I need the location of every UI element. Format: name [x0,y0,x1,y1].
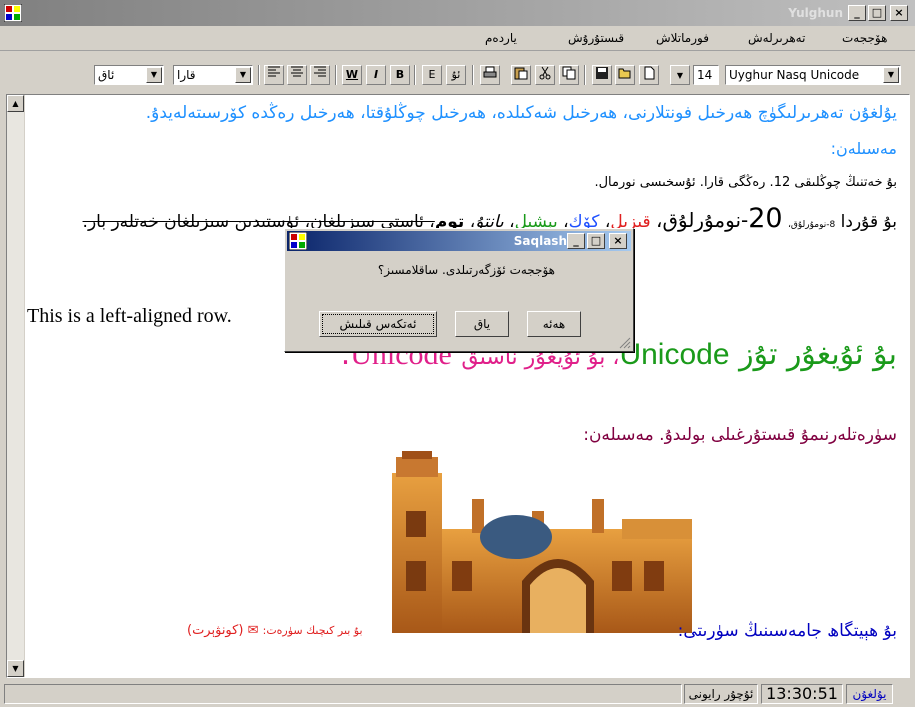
menu-insert[interactable]: قىستۇرۇش [568,31,624,45]
doc-caption-red-group: بۇ بىر كىچىك سۈرەت: ✉ (كونۋېرت) [187,623,363,638]
yes-button[interactable]: ھەئە [527,311,581,337]
scroll-up-arrow[interactable]: ▲ [7,95,24,112]
cancel-button[interactable]: ئەتكەس قىلىش [319,311,437,337]
bold-button[interactable]: B [390,65,410,85]
save-button[interactable] [592,65,612,85]
dialog-message: ھۆججەت ئۆزگەرتىلدى. ساقلامسىز؟ [377,263,555,277]
folder-open-icon [618,68,631,79]
align-right-button[interactable] [310,65,330,85]
doc-line-intro: يۇلغۇن تەھرىرلىگۈچ ھەرخىل فونتلارنى، ھەر… [145,103,897,123]
separator [258,65,260,85]
status-mode: ئۇچۇر رايونى [684,684,758,704]
paste-icon [514,67,528,80]
doc-line-normal: بۇ خەتنىڭ چوڭلىقى 12. رەڭگى قارا. ئۇسخىس… [594,175,897,190]
styles-prefix: بۇ قۇردا [840,212,897,232]
chevron-down-icon[interactable]: ▼ [883,67,899,83]
save-dialog: Saqlash _ □ × ھۆججەت ئۆزگەرتىلدى. ساقلام… [284,228,634,352]
document-editor[interactable]: ▲ ▼ يۇلغۇن تەھرىرلىگۈچ ھەرخىل فونتلارنى،… [6,94,910,678]
cut-button[interactable] [535,65,555,85]
dialog-title: Saqlash [513,234,567,248]
align-right-icon [314,66,326,77]
copy-icon [562,66,576,80]
uyghur-mode-button[interactable]: ئۇ [446,65,466,85]
save-icon [596,67,608,79]
status-main [4,684,682,704]
separator [414,65,416,85]
dialog-minimize-button[interactable]: _ [567,233,585,249]
separator [472,65,474,85]
doc-line-example: مەسىلەن: [830,139,897,158]
app-icon [289,232,307,250]
font-size-down-button[interactable]: ▼ [670,65,690,85]
unicode-green: بۇ ئۇيغۇر تۇز [739,337,897,372]
font-name-value: Uyghur Nasq Unicode [729,68,860,82]
scissors-icon [539,66,551,80]
menu-bar: ھۆججەت تەھرىرلەش فورماتلاش قىستۇرۇش يارد… [0,26,915,51]
print-button[interactable] [480,65,500,85]
align-center-icon [291,66,303,77]
main-window: Yulghun _ □ × ھۆججەت تەھرىرلەش فورماتلاش… [0,0,915,707]
toolbar: ئاق ▼ قارا ▼ W I B E ئۇ ▼ 14 Uyghur Nasq [0,60,915,90]
chevron-down-icon: ▼ [676,71,684,80]
menu-file[interactable]: ھۆججەت [842,31,887,45]
font-size-value: 14 [697,68,713,82]
styles-big: 20 [748,203,783,234]
dialog-close-button[interactable]: × [609,233,627,249]
menu-help[interactable]: ياردەم [485,31,517,45]
dialog-maximize-button[interactable]: □ [587,233,605,249]
new-document-icon [644,66,655,80]
paste-button[interactable] [511,65,531,85]
align-left-button[interactable] [264,65,284,85]
window-title: Yulghun [788,6,843,20]
style-combo[interactable]: ئاق ▼ [94,65,164,85]
scroll-down-arrow[interactable]: ▼ [7,660,24,677]
dialog-title-bar[interactable]: Saqlash _ □ × [287,231,631,251]
doc-line-left-aligned: This is a left-aligned row. [27,305,232,327]
align-center-button[interactable] [287,65,307,85]
color-combo-value: قارا [177,68,196,82]
latin-mode-button[interactable]: E [422,65,442,85]
printer-icon [483,66,497,78]
chevron-down-icon[interactable]: ▼ [146,67,162,83]
new-button[interactable] [639,65,659,85]
menu-format[interactable]: فورماتلاش [656,31,709,45]
styles-small: 8-نومۇرلۇق، [788,220,836,230]
copy-button[interactable] [559,65,579,85]
caption-red: (كونۋېرت) [187,623,244,638]
separator [584,65,586,85]
maximize-button[interactable]: □ [868,5,886,21]
open-button[interactable] [615,65,635,85]
font-size-field[interactable]: 14 [693,65,719,85]
resize-grip-icon[interactable] [619,337,631,349]
color-combo[interactable]: قارا ▼ [173,65,253,85]
italic-button[interactable]: I [366,65,386,85]
style-combo-value: ئاق [98,68,115,82]
status-app: يۇلغۇن [846,684,893,704]
caption-red-small: بۇ بىر كىچىك سۈرەت: [262,624,363,637]
minimize-button[interactable]: _ [848,5,866,21]
chevron-down-icon[interactable]: ▼ [235,67,251,83]
doc-caption-blue: بۇ ھېيتگاھ جامەسىنىڭ سۈرىتى: [677,621,897,641]
font-name-combo[interactable]: Uyghur Nasq Unicode ▼ [725,65,901,85]
vertical-scrollbar[interactable]: ▲ ▼ [7,95,25,677]
styles-big-suffix: -نومۇرلۇق، [656,208,749,232]
align-left-icon [268,66,280,77]
status-bar: ئۇچۇر رايونى 13:30:51 يۇلغۇن [0,682,915,707]
mosque-image [392,451,692,633]
app-icon [4,4,22,22]
title-bar[interactable]: Yulghun _ □ × [0,0,915,26]
unicode-green-word: Unicode [619,338,730,371]
menu-edit[interactable]: تەھرىرلەش [748,31,805,45]
no-button[interactable]: ياق [455,311,509,337]
doc-line-pictures: سۈرەتلەرنىمۇ قىستۇرغىلى بولىدۇ. مەسىلەن: [583,425,897,445]
separator [335,65,337,85]
close-button[interactable]: × [890,5,908,21]
status-time: 13:30:51 [761,684,843,704]
underline-button[interactable]: W [342,65,362,85]
envelope-icon: ✉ [247,623,259,638]
